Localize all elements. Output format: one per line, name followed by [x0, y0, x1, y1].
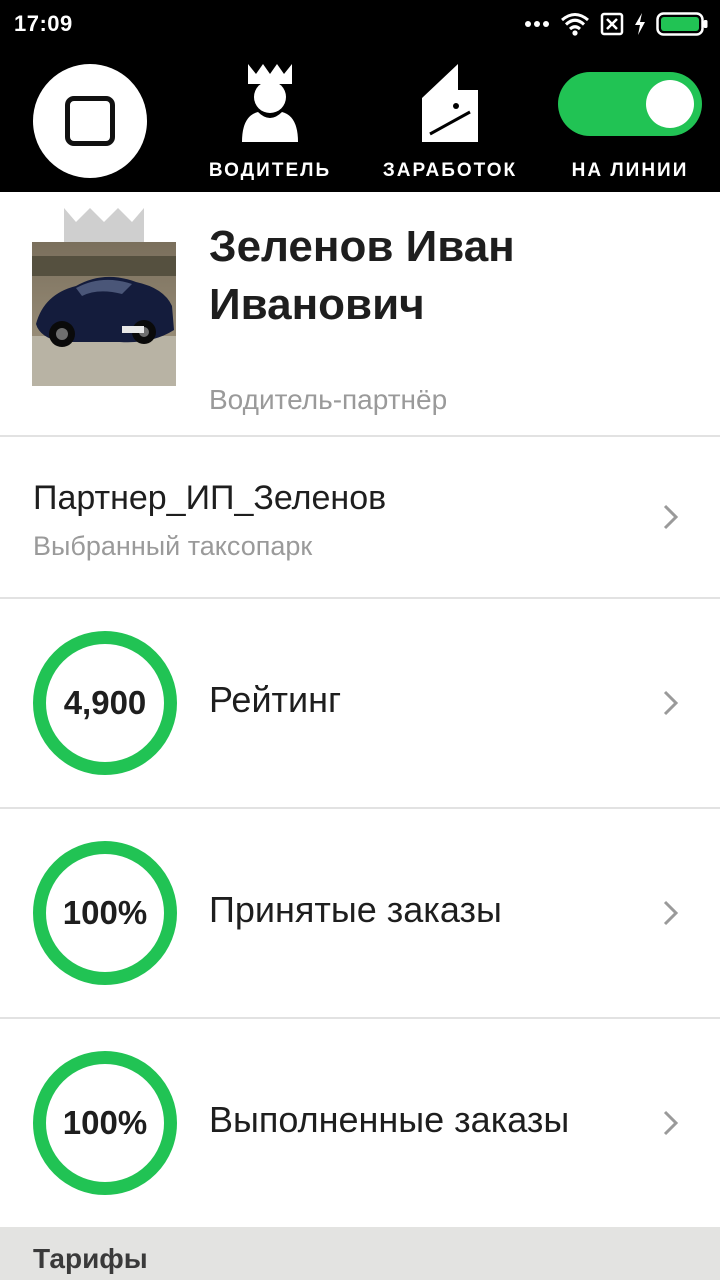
rating-row[interactable]: 4,900 Рейтинг	[0, 599, 720, 807]
nav-online-toggle[interactable]: НА ЛИНИИ	[550, 62, 710, 184]
rating-ring: 4,900	[33, 631, 177, 775]
driver-profile: Зеленов Иван Иванович Водитель-партнёр	[0, 192, 720, 435]
online-switch[interactable]	[558, 72, 702, 136]
crown-icon	[64, 208, 144, 242]
status-bar: 17:09	[0, 0, 720, 48]
battery-icon	[656, 12, 708, 36]
nav-earnings-tab[interactable]: ЗАРАБОТОК	[370, 62, 530, 184]
nav-online-label: НА ЛИНИИ	[571, 160, 689, 181]
tariffs-section-header: Тарифы	[0, 1227, 720, 1280]
rating-label: Рейтинг	[209, 679, 342, 720]
switch-knob	[646, 80, 694, 128]
driver-name: Зеленов Иван Иванович	[209, 222, 515, 329]
driver-role: Водитель-партнёр	[209, 384, 448, 415]
accepted-orders-value: 100%	[62, 894, 148, 931]
accepted-orders-label: Принятые заказы	[209, 889, 502, 930]
accepted-orders-row[interactable]: 100% Принятые заказы	[0, 809, 720, 1017]
completed-orders-label: Выполненные заказы	[209, 1099, 570, 1140]
wallet-icon	[422, 64, 478, 142]
driver-crown-icon	[242, 64, 298, 142]
completed-orders-row[interactable]: 100% Выполненные заказы	[0, 1019, 720, 1227]
taxi-park-row[interactable]: Партнер_ИП_Зеленов Выбранный таксопарк	[0, 437, 720, 597]
top-navigation: ВОДИТЕЛЬ ЗАРАБОТОК НА ЛИНИИ	[0, 48, 720, 192]
chevron-right-icon	[663, 690, 679, 716]
taxi-park-subtitle: Выбранный таксопарк	[33, 531, 313, 561]
car-photo[interactable]	[32, 242, 176, 386]
completed-orders-ring: 100%	[33, 1051, 177, 1195]
sim-blocked-icon	[600, 12, 624, 36]
rating-value: 4,900	[63, 684, 147, 721]
home-button[interactable]	[33, 64, 147, 178]
status-icons	[524, 10, 708, 38]
completed-orders-value: 100%	[62, 1104, 148, 1141]
accepted-orders-ring: 100%	[33, 841, 177, 985]
square-icon	[65, 96, 115, 146]
wifi-icon	[561, 13, 589, 36]
nav-driver-label: ВОДИТЕЛЬ	[208, 160, 332, 181]
taxi-park-name: Партнер_ИП_Зеленов	[33, 479, 387, 517]
nav-driver-tab[interactable]: ВОДИТЕЛЬ	[190, 62, 350, 184]
charging-icon	[635, 13, 645, 35]
chevron-right-icon	[663, 1110, 679, 1136]
car-image	[32, 242, 176, 386]
nav-earnings-label: ЗАРАБОТОК	[382, 160, 518, 181]
tariffs-title: Тарифы	[33, 1243, 148, 1274]
status-time: 17:09	[14, 11, 73, 36]
chevron-right-icon	[663, 900, 679, 926]
dots-icon	[525, 21, 549, 27]
chevron-right-icon	[663, 504, 679, 530]
